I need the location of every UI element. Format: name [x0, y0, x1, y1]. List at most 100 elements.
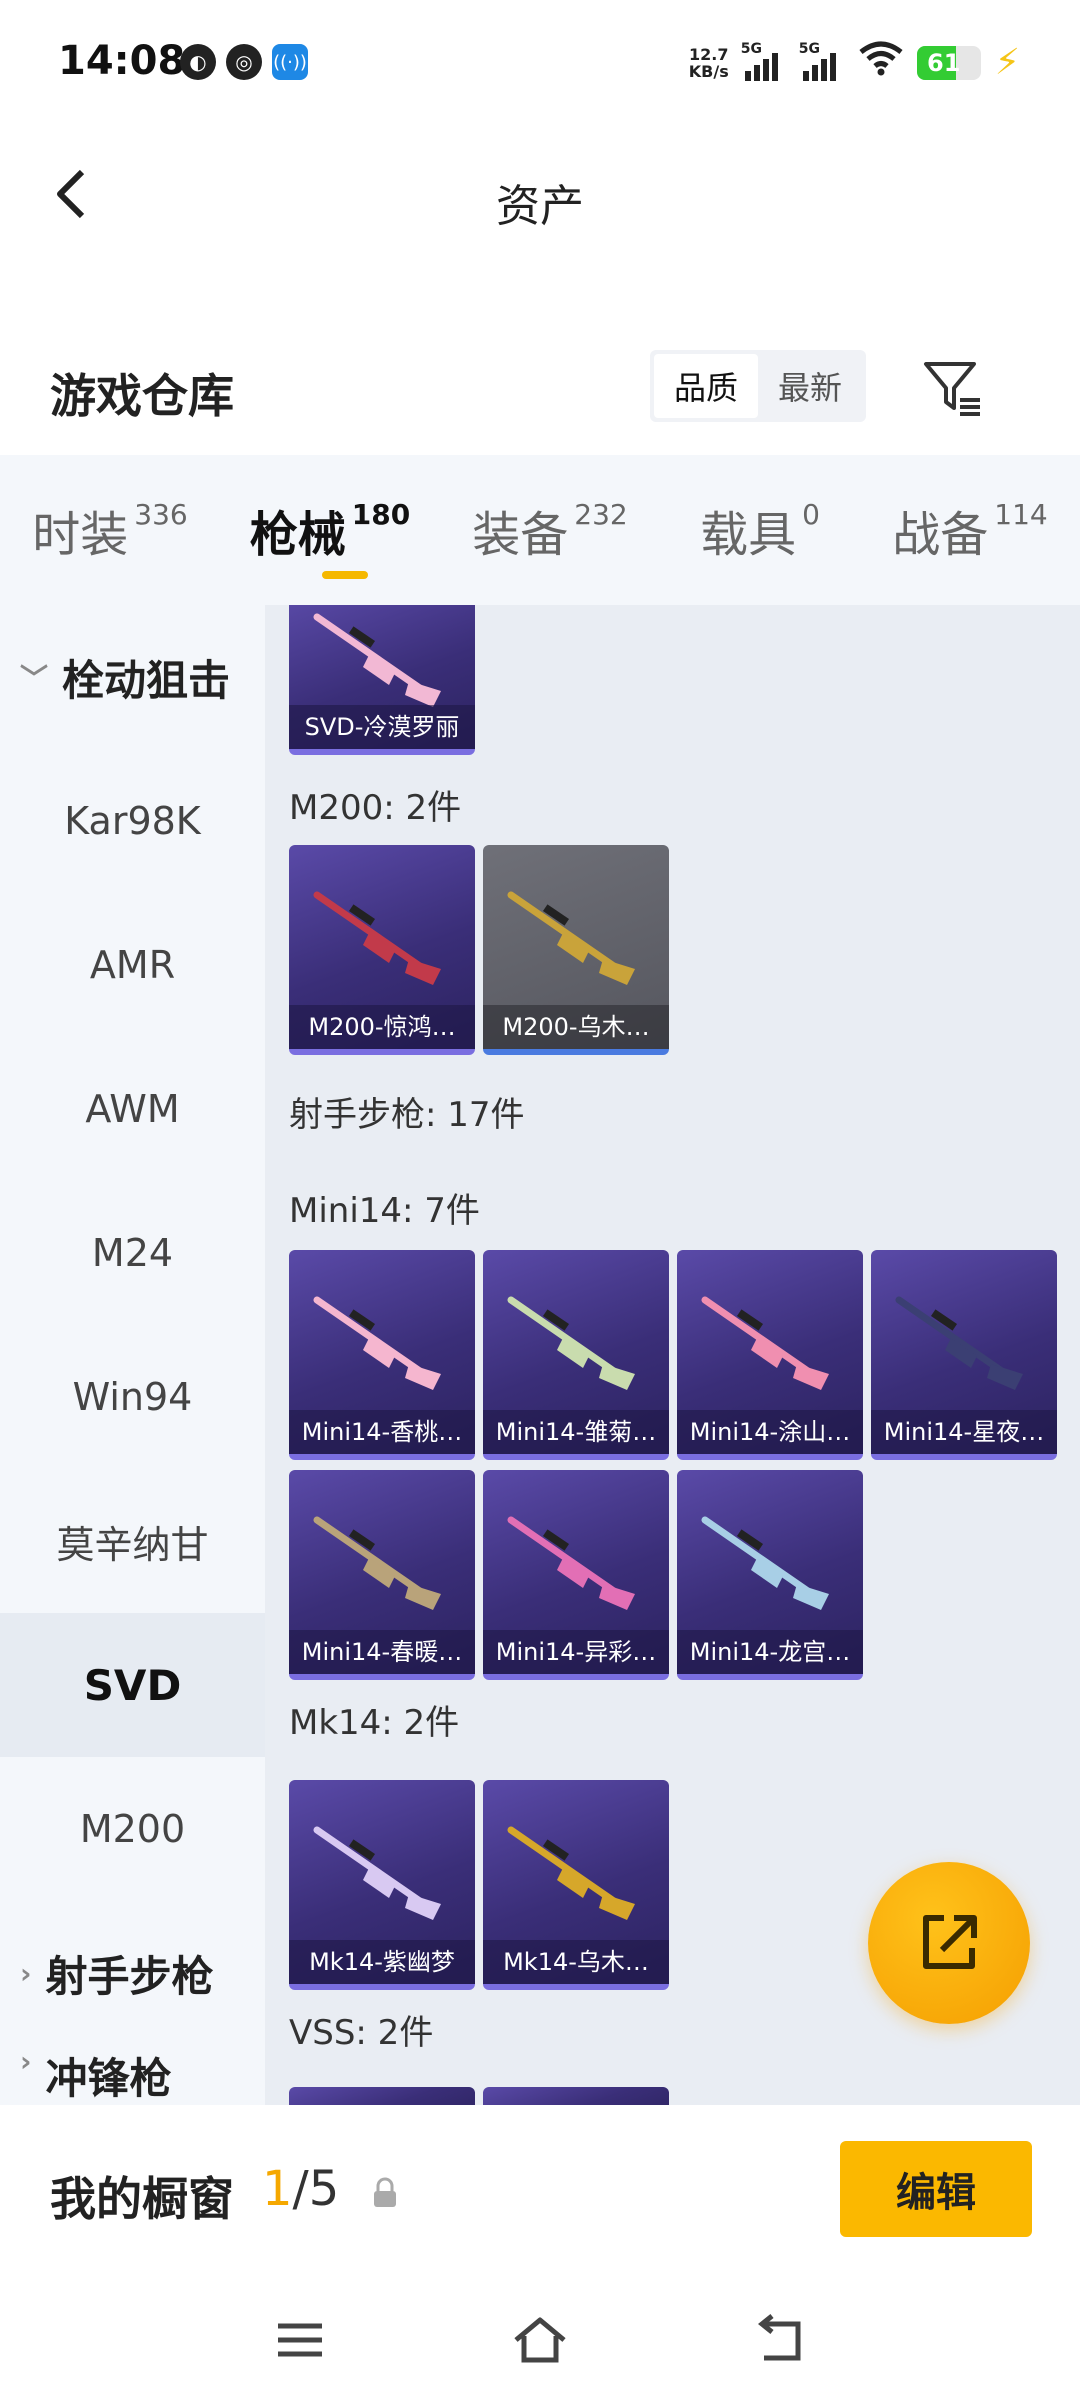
rifle-part	[405, 1894, 441, 1920]
weapon-card-caption: Mini14-涂山…	[677, 1410, 863, 1454]
rifle-icon	[701, 1516, 829, 1610]
sidebar-item-win94[interactable]: Win94	[0, 1325, 265, 1469]
sidebar-item-mosin[interactable]: 莫辛纳甘	[0, 1469, 265, 1613]
sort-toggle: 品质 最新	[650, 350, 866, 422]
weapon-card[interactable]: M200-乌木…	[483, 845, 669, 1055]
rifle-icon	[507, 891, 635, 985]
weapon-card[interactable]	[289, 2087, 475, 2105]
lock-icon	[374, 2177, 396, 2207]
rifle-part	[599, 1584, 635, 1610]
nfc-hotspot-icon: ((·))	[272, 44, 308, 80]
rifle-icon	[313, 613, 441, 707]
tab-label: 枪械	[249, 507, 346, 563]
rifle-icon	[507, 1826, 635, 1920]
battery-icon: 61	[916, 45, 981, 80]
menu-icon[interactable]	[270, 2310, 330, 2370]
weapon-card-caption: Mini14-雏菊…	[483, 1410, 669, 1454]
sidebar-group-smg[interactable]: › 冲锋枪	[0, 2045, 265, 2105]
showcase-total: 5	[308, 2161, 340, 2217]
sidebar-item-awm[interactable]: AWM	[0, 1037, 265, 1181]
weapon-card[interactable]: Mini14-春暖…	[289, 1470, 475, 1680]
sidebar-item-kar98k[interactable]: Kar98K	[0, 749, 265, 893]
sidebar-group-bolt-action[interactable]: ﹀ 栓动狙击	[0, 605, 265, 749]
rifle-icon	[507, 1516, 635, 1610]
weapon-card[interactable]: Mini14-龙宫…	[677, 1470, 863, 1680]
showcase-separator: /	[292, 2161, 309, 2217]
tab-count: 232	[574, 497, 628, 531]
weapon-card-caption: SVD-冷漠罗丽	[289, 705, 475, 749]
weapon-card-caption: Mini14-异彩…	[483, 1630, 669, 1674]
rifle-icon	[507, 1296, 635, 1390]
share-button[interactable]	[868, 1862, 1030, 2024]
network-speed: 12.7 KB/s	[689, 46, 729, 80]
sidebar-group-label: 冲锋枪	[45, 2054, 172, 2103]
weapon-card[interactable]: Mini14-涂山…	[677, 1250, 863, 1460]
tab-count: 0	[802, 497, 820, 531]
rifle-part	[405, 1364, 441, 1390]
sidebar-item-m24[interactable]: M24	[0, 1181, 265, 1325]
tab-label: 时装	[32, 507, 129, 563]
status-right-icons: 12.7 KB/s 5G 5G 61 ⚡	[689, 40, 1020, 85]
showcase-bar: 我的橱窗 1/5 编辑	[0, 2105, 1080, 2280]
tab-firearms[interactable]: 枪械 180	[220, 455, 440, 605]
network-speed-unit: KB/s	[688, 61, 729, 81]
weapon-card-caption: Mini14-龙宫…	[677, 1630, 863, 1674]
weapon-card-caption: Mk14-紫幽梦	[289, 1940, 475, 1984]
filter-icon[interactable]	[920, 356, 984, 420]
back-nav-icon[interactable]	[750, 2310, 810, 2370]
weapon-card-caption: Mini14-星夜…	[871, 1410, 1057, 1454]
sidebar-group-marksman[interactable]: › 射手步枪	[0, 1901, 265, 2045]
weapon-card[interactable]: Mini14-雏菊…	[483, 1250, 669, 1460]
soul-app-icon: ◐	[180, 44, 216, 80]
header: 资产	[0, 130, 1080, 260]
rifle-part	[599, 959, 635, 985]
weapon-card-caption: M200-惊鸿…	[289, 1005, 475, 1049]
edit-button[interactable]: 编辑	[840, 2141, 1032, 2237]
section-label-m200: M200: 2件	[289, 788, 462, 828]
sidebar-item-m200[interactable]: M200	[0, 1757, 265, 1901]
rifle-part	[793, 1584, 829, 1610]
sidebar-item-amr[interactable]: AMR	[0, 893, 265, 1037]
weapon-type-sidebar: ﹀ 栓动狙击 Kar98K AMR AWM M24 Win94 莫辛纳甘 SVD…	[0, 605, 265, 2105]
weapon-card[interactable]: M200-惊鸿…	[289, 845, 475, 1055]
tab-vehicles[interactable]: 载具 0	[660, 455, 860, 605]
weapon-card[interactable]: SVD-冷漠罗丽	[289, 605, 475, 755]
section-label-vss: VSS: 2件	[289, 2013, 434, 2053]
tab-fashion[interactable]: 时装 336	[0, 455, 220, 605]
chevron-down-icon: ﹀	[20, 662, 49, 695]
weapon-card[interactable]: Mini14-异彩…	[483, 1470, 669, 1680]
tab-label: 装备	[472, 507, 569, 563]
status-time: 14:08	[58, 38, 186, 84]
tab-supplies[interactable]: 战备 114	[860, 455, 1080, 605]
tab-count: 336	[134, 497, 188, 531]
signal-2-label: 5G	[798, 40, 820, 57]
home-icon[interactable]	[510, 2310, 570, 2370]
rifle-part	[793, 1364, 829, 1390]
signal-icon: 5G	[741, 41, 787, 81]
showcase-title: 我的橱窗	[50, 2172, 234, 2226]
weapon-card[interactable]: Mini14-香桃…	[289, 1250, 475, 1460]
weapon-card-caption: Mk14-乌木…	[483, 1940, 669, 1984]
tab-equipment[interactable]: 装备 232	[440, 455, 660, 605]
sort-by-newest-button[interactable]: 最新	[758, 354, 862, 418]
status-left-icons: ◐ ◎ ((·))	[180, 44, 308, 80]
sidebar-item-svd[interactable]: SVD	[0, 1613, 265, 1757]
signal-1-label: 5G	[740, 40, 762, 57]
rifle-icon	[313, 891, 441, 985]
weapon-card[interactable]: Mk14-紫幽梦	[289, 1780, 475, 1990]
signal-icon: 5G	[799, 41, 845, 81]
sidebar-group-label: 射手步枪	[45, 1951, 214, 2001]
tab-label: 战备	[892, 507, 989, 563]
battery-level: 61	[927, 48, 961, 77]
section-label-mini14: Mini14: 7件	[289, 1191, 480, 1231]
rifle-icon	[895, 1296, 1023, 1390]
sort-by-quality-button[interactable]: 品质	[654, 354, 758, 418]
tab-label: 载具	[700, 507, 797, 563]
wifi-icon	[859, 40, 903, 85]
system-nav-bar	[0, 2280, 1080, 2400]
rifle-icon	[701, 1296, 829, 1390]
weapon-card[interactable]	[483, 2087, 669, 2105]
rifle-icon	[313, 1516, 441, 1610]
weapon-card[interactable]: Mk14-乌木…	[483, 1780, 669, 1990]
weapon-card[interactable]: Mini14-星夜…	[871, 1250, 1057, 1460]
